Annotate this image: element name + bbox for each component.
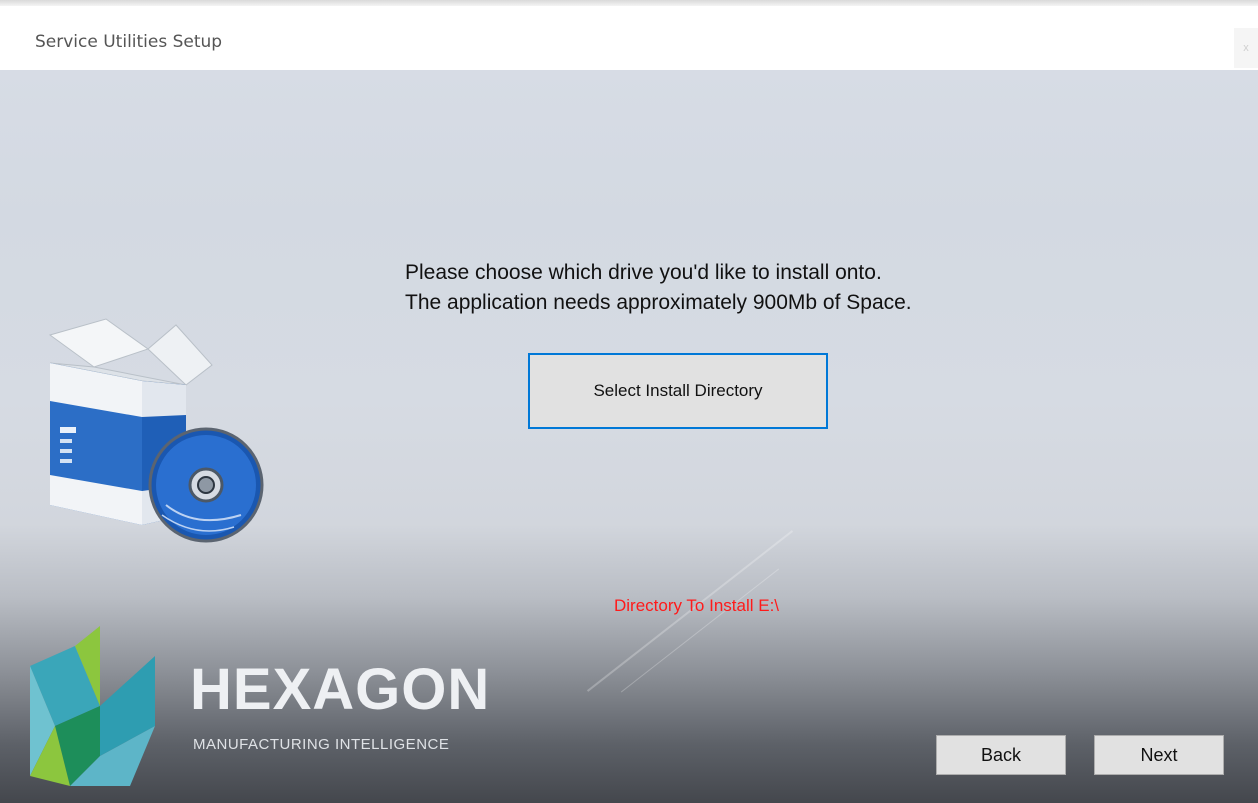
message-line-2: The application needs approximately 900M… bbox=[405, 291, 912, 314]
software-box-with-cd-icon bbox=[48, 318, 264, 543]
installer-panel: Please choose which drive you'd like to … bbox=[0, 70, 1258, 803]
setup-window: Service Utilities Setup x Please choose … bbox=[0, 0, 1258, 803]
install-directory-status: Directory To Install E:\ bbox=[614, 596, 780, 615]
select-install-directory-button[interactable]: Select Install Directory bbox=[528, 353, 828, 429]
window-title: Service Utilities Setup bbox=[35, 32, 223, 52]
title-bar: Service Utilities Setup x bbox=[0, 6, 1258, 70]
close-button[interactable]: x bbox=[1234, 28, 1258, 68]
back-button[interactable]: Back bbox=[936, 735, 1066, 775]
brand-name: HEXAGON bbox=[190, 657, 491, 722]
hexagon-logo-icon bbox=[30, 626, 155, 786]
next-button[interactable]: Next bbox=[1094, 735, 1224, 775]
install-instructions: Please choose which drive you'd like to … bbox=[405, 258, 912, 318]
brand-tagline: MANUFACTURING INTELLIGENCE bbox=[193, 736, 450, 753]
background-streak bbox=[620, 568, 780, 693]
message-line-1: Please choose which drive you'd like to … bbox=[405, 261, 882, 284]
